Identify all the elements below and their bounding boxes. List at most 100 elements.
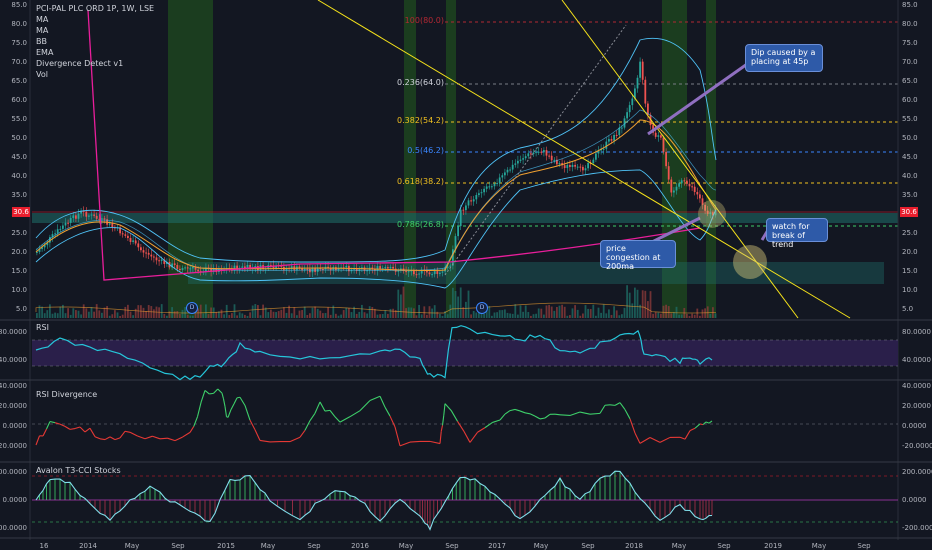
pane-axis-label-left: 0.0000 [3,422,28,430]
rsi-pane-title[interactable]: RSI [36,323,49,332]
volume-bar [524,305,527,318]
volume-bar [472,310,475,318]
rsi-divergence-segment [124,430,131,433]
indicator-volume[interactable]: Vol [36,70,48,80]
candle-body [95,215,98,219]
indicator-ma-2[interactable]: MA [36,26,48,36]
note-dip[interactable]: Dip caused by a placing at 45p [745,44,823,72]
time-axis-label: May [125,542,139,550]
volume-bar [314,306,316,318]
price-axis-label-left: 50.0 [11,134,27,142]
volume-bar [327,307,329,318]
volume-bar [379,314,381,318]
symbol-title[interactable]: PCI-PAL PLC ORD 1P, 1W, LSE [36,4,154,14]
rsi-divergence-segment [444,403,452,411]
time-axis-label: Sep [445,542,459,550]
volume-bar [322,313,324,318]
pane-axis-label-left: 0.0000 [3,496,28,504]
rsi-divergence-segment [144,435,153,440]
price-axis-label-left: 70.0 [11,58,27,66]
indicator-ema[interactable]: EMA [36,48,53,58]
rsi-divergence-segment [174,436,183,442]
volume-bar [101,312,103,318]
note-congestion[interactable]: price congestion at 200ma [600,240,676,271]
volume-bar [267,312,270,318]
volume-bar [51,313,54,318]
volume-bar [355,313,358,318]
candle-body [613,134,615,141]
rsi-divergence-segment [441,415,445,426]
volume-bar [108,315,111,318]
volume-bar [550,306,553,318]
candle-body [678,183,680,187]
rsi-divergence-segment [309,412,316,421]
candle-body [602,148,605,150]
volume-bar [407,307,410,318]
time-axis-label: May [812,542,826,550]
volume-bar [644,290,647,318]
indicator-ma-1[interactable]: MA [36,15,48,25]
pane-axis-label-right: 0.0000 [902,422,927,430]
volume-bar [563,306,566,318]
volume-bar [428,306,431,318]
rsi-divergence-segment [119,430,126,439]
rsi-divergence-segments [35,388,713,447]
support-band-lower [188,262,884,284]
volume-bar [215,311,218,318]
volume-bar [251,305,254,318]
candle-body [241,266,244,268]
volume-bar [153,309,155,318]
candle-body [132,240,134,242]
volume-bar [457,296,459,318]
chart-canvas[interactable]: 100(80.0) 0.236(64.0) 0.382(54.2) 0.5(46.2)… [0,0,932,550]
rsi-divergence-segment [708,420,713,424]
rsi-divergence-segment [299,429,306,438]
rsi-divergence-segment [394,426,401,447]
indicator-divergence[interactable]: Divergence Detect v1 [36,59,123,69]
candle-body [509,169,511,171]
rsi-divergence-segment [109,436,116,441]
pane-axis-label-right: 80.0000 [902,328,931,336]
price-tag-right: 30.6 [900,207,918,217]
volume-bar [290,313,293,318]
candle-body [485,186,488,189]
candle-body [384,267,387,269]
volume-bar [413,308,415,318]
price-axis-label-right: 10.0 [902,286,918,294]
candle-body [465,205,467,211]
volume-bar [636,289,639,318]
divergence-badge[interactable]: D [476,302,488,314]
volume-bar [345,307,348,318]
rsi-divergence-segment [477,427,486,433]
candle-body [93,214,95,216]
price-axis-label-left: 60.0 [11,96,27,104]
volume-bar [608,309,610,318]
candle-body [608,139,610,142]
pane-axis-label-left: 40.0000 [0,356,27,364]
rsi-divergence-segment [329,410,336,418]
candle-body [192,266,194,269]
price-axis-label-left: 80.0 [11,20,27,28]
pane-axis-label-right: -200.0000 [902,524,932,532]
volume-bar [119,315,121,318]
indicator-bb[interactable]: BB [36,37,47,47]
divergence-badge[interactable]: D [186,302,198,314]
rsi-divergence-segment [159,437,168,440]
time-axis[interactable]: 16 2014 May Sep 2015 May Sep 2016 May Sep 2017 May S… [40,542,872,550]
candle-body [491,186,493,188]
fib-level-label: 0.786(26.8) [397,220,444,229]
candle-body [639,61,641,78]
candle-body [610,139,613,141]
price-axis-label-right: 60.0 [902,96,918,104]
rsi-divergence-segment [99,438,106,441]
volume-bar [631,303,634,318]
volume-bar [649,291,652,318]
rsi-divergence-segment [457,421,465,432]
volume-bar [519,305,522,318]
volume-bar [179,314,181,318]
note-trend[interactable]: watch for break of trend [766,218,828,249]
rsi-divergence-segment [49,420,56,424]
volume-bar [602,304,605,318]
rsi-divergence-pane-title[interactable]: RSI Divergence [36,390,97,399]
cci-pane-title[interactable]: Avalon T3-CCI Stocks [36,466,121,475]
